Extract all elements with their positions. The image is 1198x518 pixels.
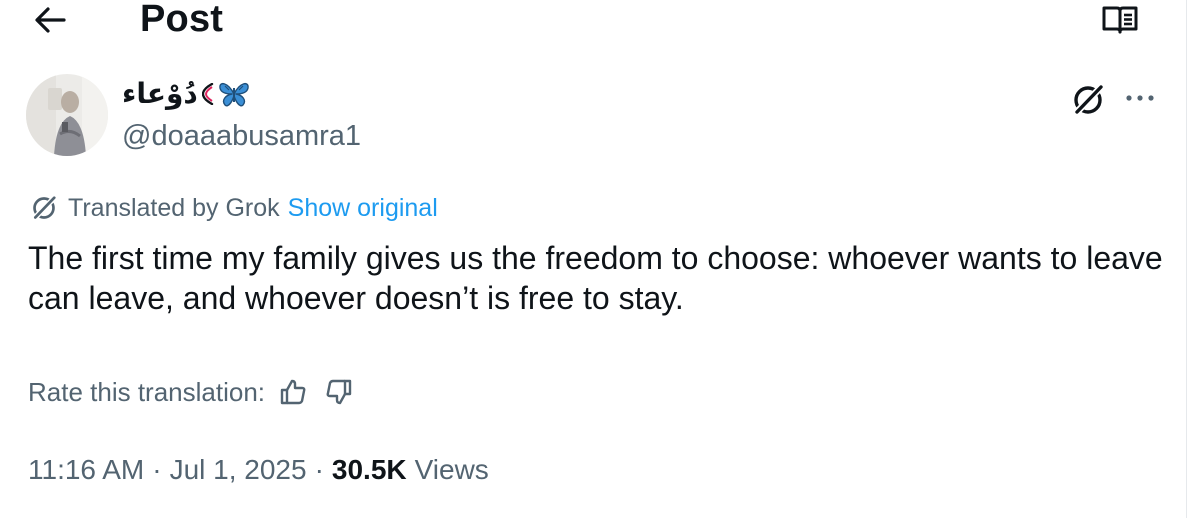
post-meta: 11:16 AM · Jul 1, 2025 · 30.5K Views xyxy=(28,450,489,490)
grok-icon xyxy=(1072,83,1105,117)
post-time[interactable]: 11:16 AM xyxy=(28,454,144,486)
avatar[interactable] xyxy=(26,74,108,156)
thumbs-down-button[interactable] xyxy=(321,374,357,410)
translated-by-label: Translated by Grok xyxy=(68,193,280,222)
thumbs-down-icon xyxy=(326,379,352,405)
meta-separator: · xyxy=(314,454,324,485)
column-divider xyxy=(1186,0,1187,518)
rate-translation-row: Rate this translation: xyxy=(28,372,357,412)
views-count[interactable]: 30.5K xyxy=(332,454,407,486)
page-title: Post xyxy=(140,0,224,40)
translation-notice: Translated by Grok Show original xyxy=(28,188,438,228)
views-label: Views xyxy=(414,454,489,485)
rate-translation-label: Rate this translation: xyxy=(28,376,266,407)
more-dots-icon xyxy=(1126,95,1154,101)
meta-separator: · xyxy=(152,454,162,485)
watermelon-slice-icon xyxy=(201,83,213,105)
avatar-photo xyxy=(26,74,108,156)
grok-button[interactable] xyxy=(1066,80,1110,120)
open-book-icon xyxy=(1102,6,1138,34)
grok-icon xyxy=(28,192,60,224)
butterfly-icon xyxy=(219,82,249,107)
reader-mode-button[interactable] xyxy=(1098,2,1142,38)
thumbs-up-icon xyxy=(280,379,306,405)
show-original-link[interactable]: Show original xyxy=(288,194,438,223)
display-name-text: دُوْعاء xyxy=(122,77,198,110)
arrow-left-icon xyxy=(35,7,66,33)
thumbs-up-button[interactable] xyxy=(275,374,311,410)
more-options-button[interactable] xyxy=(1118,80,1162,116)
back-button[interactable] xyxy=(26,0,74,40)
post-date[interactable]: Jul 1, 2025 xyxy=(170,454,307,486)
user-handle[interactable]: @doaaabusamra1 xyxy=(122,116,361,156)
post-text: The first time my family gives us the fr… xyxy=(28,240,1163,316)
display-name[interactable]: دُوْعاء xyxy=(122,74,250,114)
